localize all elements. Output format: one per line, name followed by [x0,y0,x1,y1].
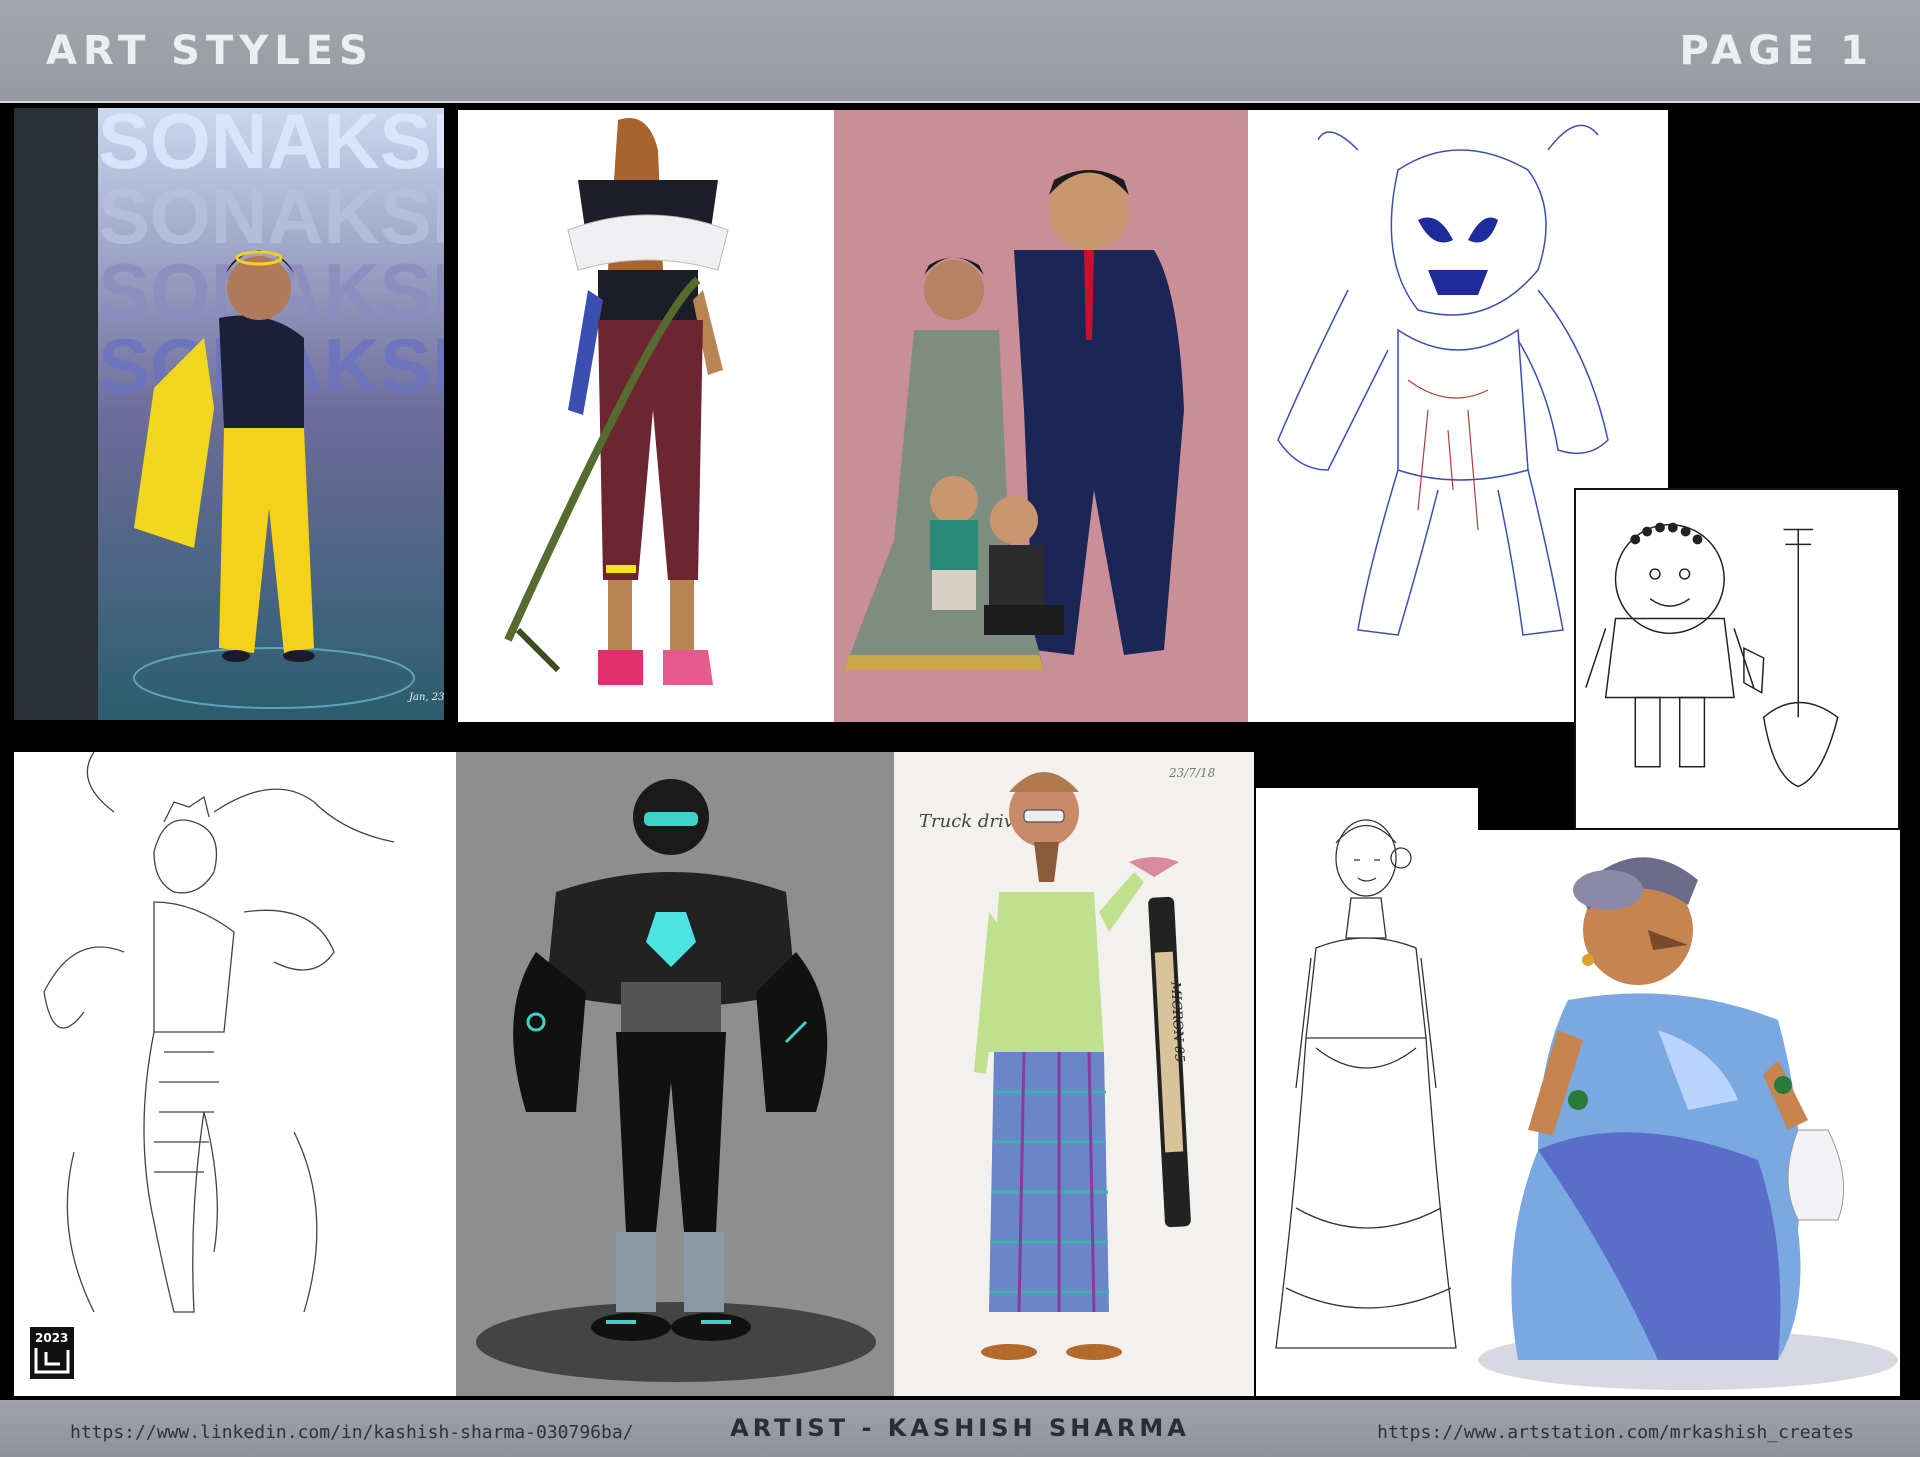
artwork-sonakshi[interactable]: SONAKSHI SONAKSHI SONAKSHI SONAKSHI Jan,… [14,108,444,720]
sonakshi-illustration: SONAKSHI SONAKSHI SONAKSHI SONAKSHI Jan,… [14,108,444,720]
artwork-saree-woman-sketch[interactable] [1256,788,1478,1396]
artwork-aunty-blue-saree[interactable] [1478,830,1900,1396]
artwork-mascot-lineart[interactable] [1574,488,1900,830]
page-title: ART STYLES [46,28,374,74]
logo-year: 2023 [35,1331,68,1345]
saree-woman-sketch-illustration [1275,819,1457,1349]
truck-driver-date: 23/7/18 [1168,766,1216,780]
aunty-blue-saree-illustration [1478,857,1898,1390]
artwork-truck-driver[interactable]: Truck driver! 23/7/18 MICRON 05 [894,752,1254,1396]
artwork-archer-girl[interactable] [458,110,834,722]
family-portrait-illustration [844,170,1184,670]
page-number: PAGE 1 [1679,28,1874,74]
artwork-cyber-hero[interactable] [456,752,894,1396]
cyber-hero-illustration [476,779,876,1382]
artstation-link[interactable]: https://www.artstation.com/mrkashish_cre… [1377,1422,1854,1443]
mascot-lineart-illustration [1585,522,1839,788]
artwork-family-portrait[interactable] [834,110,1248,722]
goddess-lineart-illustration: 2023 [30,752,395,1379]
archer-girl-illustration [504,118,729,685]
sonakshi-signature-date: Jan, 23 [407,692,444,703]
page-header: ART STYLES PAGE 1 [0,0,1920,103]
truck-driver-illustration: Truck driver! 23/7/18 MICRON 05 [919,766,1216,1360]
page-footer: https://www.linkedin.com/in/kashish-shar… [0,1400,1920,1457]
artwork-goddess-lineart[interactable]: 2023 [14,752,456,1396]
